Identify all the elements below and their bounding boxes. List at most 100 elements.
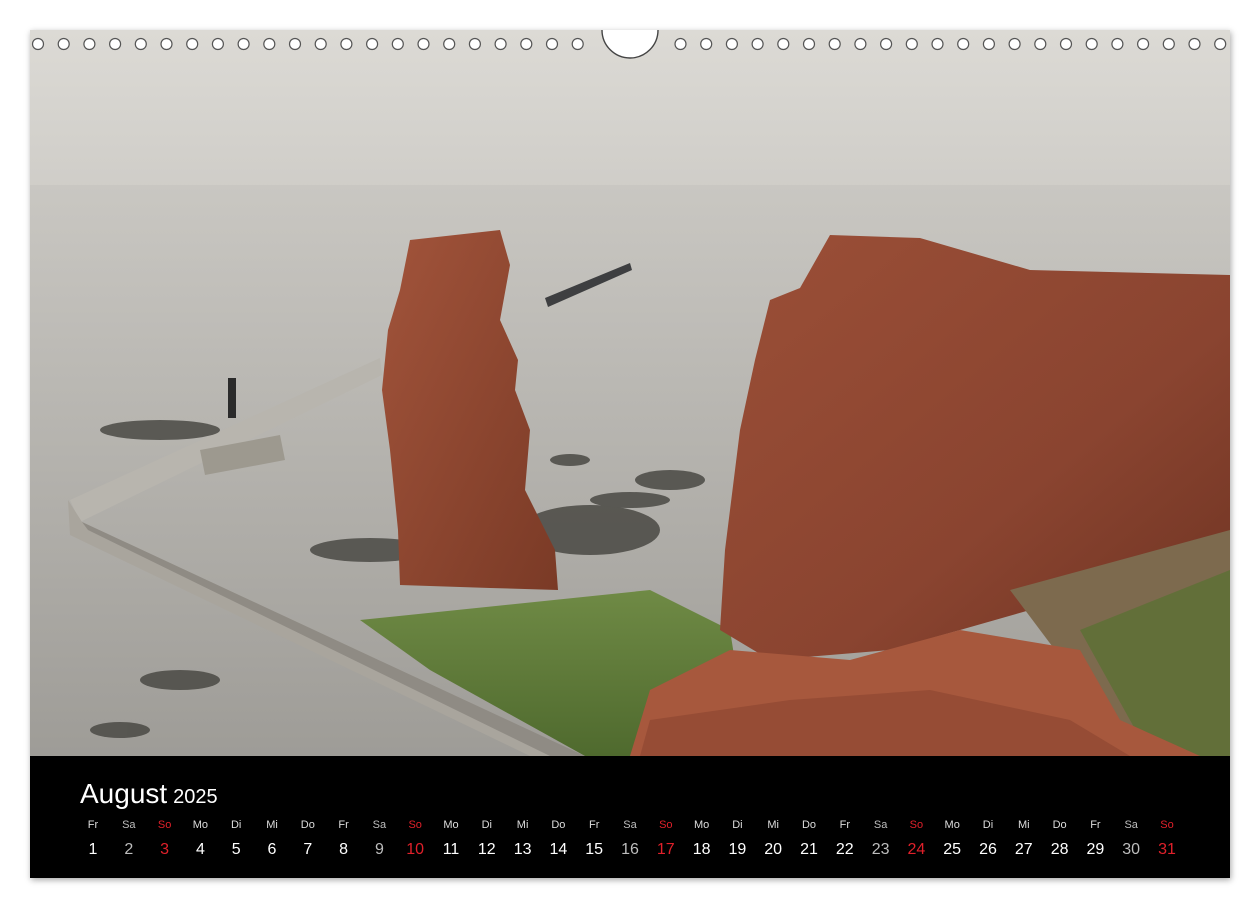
day-cell: Mi 13	[505, 818, 541, 859]
day-cell: Do 28	[1042, 818, 1078, 859]
weekday-label: So	[909, 819, 924, 831]
day-cell: Do 21	[791, 818, 827, 859]
day-cell: Di 5	[218, 818, 254, 859]
weekday-label: Mi	[1017, 819, 1030, 831]
day-number: 26	[979, 841, 997, 858]
day-cell: Sa 23	[863, 818, 899, 859]
day-number: 7	[303, 841, 313, 858]
day-cell: Mo 4	[182, 818, 218, 859]
landscape-photo	[30, 30, 1230, 756]
day-number: 6	[267, 841, 277, 858]
weekday-label: Di	[481, 819, 492, 831]
day-number: 10	[406, 841, 425, 858]
weekday-label: Di	[982, 819, 994, 831]
day-cell: Do 7	[290, 818, 326, 859]
day-number: 18	[692, 841, 711, 858]
weekday-label: Fr	[839, 819, 850, 831]
day-strip: Fr 1 Sa 2 So 3 Mo 4 Di 5 Mi 6 Do 7 Fr 8 Sa 9 So 10 Mo 11 Di 12 M…	[75, 818, 1195, 868]
weekday-label: Sa	[623, 819, 637, 831]
day-cell: Fr 22	[827, 818, 863, 859]
day-cell: Mo 18	[684, 818, 720, 859]
weekday-label: Fr	[338, 819, 349, 831]
weekday-label: Do	[551, 819, 566, 831]
day-number: 2	[124, 841, 134, 858]
weekday-label: So	[659, 819, 673, 831]
day-cell: Di 12	[469, 818, 505, 859]
weekday-label: Di	[732, 819, 743, 831]
day-number: 22	[835, 841, 854, 858]
weekday-label: Mo	[944, 819, 960, 831]
day-cell: Di 26	[970, 818, 1006, 859]
day-number: 31	[1158, 841, 1176, 858]
weekday-label: So	[1160, 819, 1174, 831]
day-number: 19	[728, 841, 747, 858]
day-cell: So 31	[1149, 818, 1185, 859]
day-number: 15	[585, 841, 604, 858]
day-cell: Sa 2	[111, 818, 147, 859]
weekday-label: Sa	[372, 819, 387, 831]
day-number: 28	[1050, 841, 1069, 858]
weekday-label: Do	[300, 819, 315, 831]
day-number: 9	[374, 841, 384, 858]
day-number: 29	[1086, 841, 1105, 858]
weekday-label: Do	[1052, 819, 1067, 831]
day-cell: Mi 27	[1006, 818, 1042, 859]
day-cell: Do 14	[540, 818, 576, 859]
day-number: 8	[339, 841, 349, 858]
day-number: 20	[764, 841, 783, 858]
weekday-label: Mi	[767, 819, 779, 831]
day-number: 4	[195, 841, 205, 858]
weekday-label: Mi	[266, 819, 278, 831]
day-number: 25	[943, 841, 962, 858]
day-cell: Mo 25	[934, 818, 970, 859]
weekday-label: Di	[230, 819, 242, 831]
weekday-label: Mo	[443, 819, 459, 831]
day-number: 24	[907, 841, 926, 858]
calendar-page: August 2025 Fr 1 Sa 2 So 3 Mo 4 Di 5 Mi 6 Do 7 Fr 8 Sa 9 So…	[30, 30, 1230, 878]
weekday-label: Fr	[588, 819, 600, 831]
calendar-caption: August 2025 Fr 1 Sa 2 So 3 Mo 4 Di 5 Mi 6 Do 7 Fr 8 Sa 9 So…	[30, 756, 1230, 878]
day-cell: Sa 9	[361, 818, 397, 859]
day-cell: Fr 15	[576, 818, 612, 859]
weekday-label: Mi	[516, 819, 529, 831]
weekday-label: Fr	[1090, 819, 1101, 831]
day-cell: Fr 1	[75, 818, 111, 859]
weekday-label: Mo	[693, 819, 710, 831]
weekday-label: Sa	[1124, 819, 1138, 831]
day-number: 1	[88, 841, 98, 858]
weekday-label: Mo	[192, 819, 209, 831]
day-number: 11	[442, 841, 460, 858]
day-cell: So 24	[898, 818, 934, 859]
day-cell: Di 19	[719, 818, 755, 859]
day-number: 17	[656, 841, 675, 858]
day-cell: Fr 8	[326, 818, 362, 859]
month-title: August 2025	[80, 778, 218, 813]
day-number: 12	[477, 841, 496, 858]
year-label: 2025	[173, 786, 218, 808]
day-number: 5	[231, 841, 241, 858]
day-cell: Mo 11	[433, 818, 469, 859]
day-number: 30	[1122, 841, 1141, 858]
day-number: 23	[871, 841, 890, 858]
weekday-label: Sa	[122, 819, 136, 831]
sea-stack-cliff-scene	[30, 30, 1230, 756]
weekday-label: Sa	[873, 819, 888, 831]
day-number: 27	[1014, 841, 1033, 858]
weekday-label: Do	[801, 819, 817, 831]
day-cell: Mi 20	[755, 818, 791, 859]
weekday-label: So	[157, 819, 172, 831]
day-cell: Sa 30	[1113, 818, 1149, 859]
day-number: 3	[160, 841, 170, 858]
day-number: 16	[621, 841, 639, 858]
day-cell: So 10	[397, 818, 433, 859]
day-number: 21	[800, 841, 818, 858]
day-cell: Mi 6	[254, 818, 290, 859]
weekday-label: Fr	[87, 819, 99, 831]
day-cell: Fr 29	[1077, 818, 1113, 859]
day-number: 13	[513, 841, 532, 858]
weekday-label: So	[408, 819, 422, 831]
day-cell: So 17	[648, 818, 684, 859]
month-name: August	[80, 778, 168, 809]
day-number: 14	[549, 841, 568, 858]
day-cell: So 3	[147, 818, 183, 859]
